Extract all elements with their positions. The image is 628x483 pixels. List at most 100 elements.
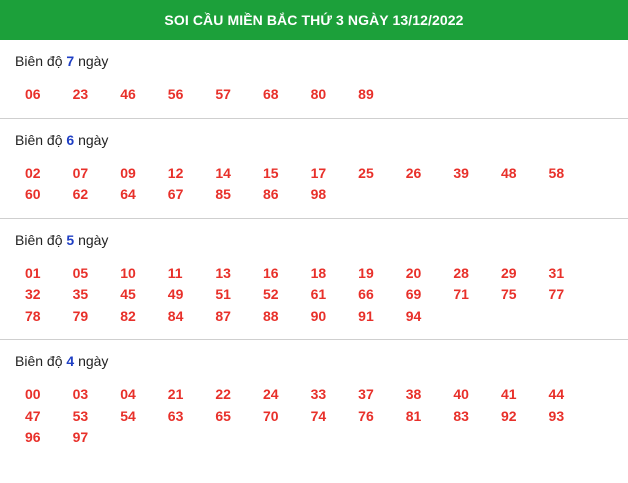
lotto-number: 35 <box>72 286 89 302</box>
number-grid: 01 05 10 11 13 16 18 19 20 28 29 31 32 35 45 49 51 52 61 66… <box>0 263 628 340</box>
lotto-number: 09 <box>120 164 136 181</box>
lotto-number: 21 <box>167 386 184 402</box>
lotto-number: 57 <box>215 86 231 102</box>
lotto-number: 82 <box>120 307 136 324</box>
lotto-number: 37 <box>358 386 374 402</box>
lotto-number: 71 <box>453 286 469 302</box>
lotto-number: 07 <box>72 164 89 181</box>
lotto-number: 06 <box>25 86 41 102</box>
lotto-number: 65 <box>215 407 231 424</box>
lotto-number: 02 <box>25 164 41 181</box>
lotto-number: 33 <box>310 386 327 402</box>
lotto-number: 41 <box>500 386 517 402</box>
lotto-number: 19 <box>358 264 374 281</box>
section-span-number: 5 <box>66 231 75 248</box>
section-title: Biên độ 4 ngày <box>0 348 628 374</box>
lotto-number: 24 <box>262 386 279 402</box>
lotto-number: 10 <box>120 264 136 281</box>
lotto-number: 81 <box>405 407 422 424</box>
lotto-number: 15 <box>262 164 279 181</box>
lotto-number: 38 <box>405 386 422 402</box>
lotto-number: 68 <box>262 86 279 102</box>
lotto-number: 39 <box>453 164 469 181</box>
section-span-6: Biên độ 6 ngày 02 07 09 12 14 15 17 25 26 39 48 58 6… <box>0 127 628 219</box>
lotto-number: 28 <box>453 264 469 281</box>
lotto-number: 51 <box>215 286 231 302</box>
lotto-number: 48 <box>500 164 517 181</box>
lotto-number: 60 <box>25 186 41 202</box>
lotto-number: 92 <box>500 407 517 424</box>
number-grid: 00 03 04 21 22 24 33 37 38 40 41 44 47 53 54 63 65 70 74 76… <box>0 384 628 461</box>
number-grid: 06 23 46 56 57 68 80 89 <box>0 84 628 118</box>
lotto-number: 46 <box>120 86 136 102</box>
lotto-number: 79 <box>72 307 89 324</box>
lotto-number: 25 <box>358 164 374 181</box>
lotto-number: 14 <box>215 164 231 181</box>
lotto-number: 80 <box>310 86 327 102</box>
lotto-number: 67 <box>167 186 184 202</box>
lotto-number: 01 <box>25 264 41 281</box>
section-title: Biên độ 5 ngày <box>0 227 628 253</box>
lotto-number: 17 <box>310 164 327 181</box>
lotto-number: 45 <box>120 286 136 302</box>
lotto-number: 70 <box>262 407 279 424</box>
lotto-number: 40 <box>453 386 469 402</box>
lotto-number: 74 <box>310 407 327 424</box>
page-title: SOI CẦU MIỀN BẮC THỨ 3 NGÀY 13/12/2022 <box>164 12 464 28</box>
lotto-number: 05 <box>72 264 89 281</box>
lotto-number: 91 <box>358 307 374 324</box>
lotto-number: 29 <box>500 264 517 281</box>
lotto-number: 98 <box>310 186 327 202</box>
section-span-number: 7 <box>66 53 75 69</box>
lotto-number: 23 <box>72 86 89 102</box>
lotto-number: 97 <box>72 429 89 445</box>
lotto-number: 90 <box>310 307 327 324</box>
lotto-number: 00 <box>25 386 41 402</box>
lotto-number: 88 <box>262 307 279 324</box>
section-span-7: Biên độ 7 ngày 06 23 46 56 57 68 80 89 <box>0 48 628 119</box>
section-title: Biên độ 6 ngày <box>0 127 628 153</box>
lotto-number: 96 <box>25 429 41 445</box>
lotto-number: 18 <box>310 264 327 281</box>
section-span-number: 4 <box>66 353 75 369</box>
section-label-suffix: ngày <box>78 231 109 248</box>
lotto-number: 56 <box>167 86 184 102</box>
lotto-number: 26 <box>405 164 422 181</box>
lotto-number: 78 <box>25 307 41 324</box>
lotto-number: 04 <box>120 386 136 402</box>
lotto-number: 62 <box>72 186 89 202</box>
section-label-prefix: Biên độ <box>15 353 63 369</box>
sections-list: Biên độ 7 ngày 06 23 46 56 57 68 80 89 Biên độ … <box>0 48 628 461</box>
lotto-number: 87 <box>215 307 231 324</box>
lotto-number: 12 <box>167 164 184 181</box>
lotto-number: 84 <box>167 307 184 324</box>
lotto-number: 03 <box>72 386 89 402</box>
section-label-prefix: Biên độ <box>15 131 63 148</box>
lotto-number: 83 <box>453 407 469 424</box>
section-span-4: Biên độ 4 ngày 00 03 04 21 22 24 33 37 38 40 41 44 4… <box>0 348 628 461</box>
lotto-number: 85 <box>215 186 231 202</box>
lotto-number: 58 <box>548 164 565 181</box>
lotto-number: 11 <box>167 264 183 281</box>
section-span-number: 6 <box>66 131 75 148</box>
lotto-number: 75 <box>500 286 517 302</box>
lotto-number: 44 <box>548 386 565 402</box>
lotto-number: 31 <box>548 264 565 281</box>
lotto-number: 47 <box>25 407 41 424</box>
section-span-5: Biên độ 5 ngày 01 05 10 11 13 16 18 19 20 28 29 31 3… <box>0 227 628 340</box>
lotto-number: 53 <box>72 407 89 424</box>
section-title: Biên độ 7 ngày <box>0 48 628 74</box>
lotto-number: 93 <box>548 407 565 424</box>
lotto-number: 16 <box>262 264 279 281</box>
section-label-suffix: ngày <box>78 353 109 369</box>
lotto-number: 54 <box>120 407 136 424</box>
lotto-number: 64 <box>120 186 136 202</box>
lotto-number: 94 <box>405 307 422 324</box>
lotto-number: 86 <box>262 186 279 202</box>
lotto-number: 63 <box>167 407 184 424</box>
lotto-number: 89 <box>358 86 374 102</box>
lotto-number: 69 <box>405 286 422 302</box>
lotto-number: 61 <box>310 286 327 302</box>
section-label-suffix: ngày <box>78 131 109 148</box>
lotto-number: 76 <box>358 407 374 424</box>
